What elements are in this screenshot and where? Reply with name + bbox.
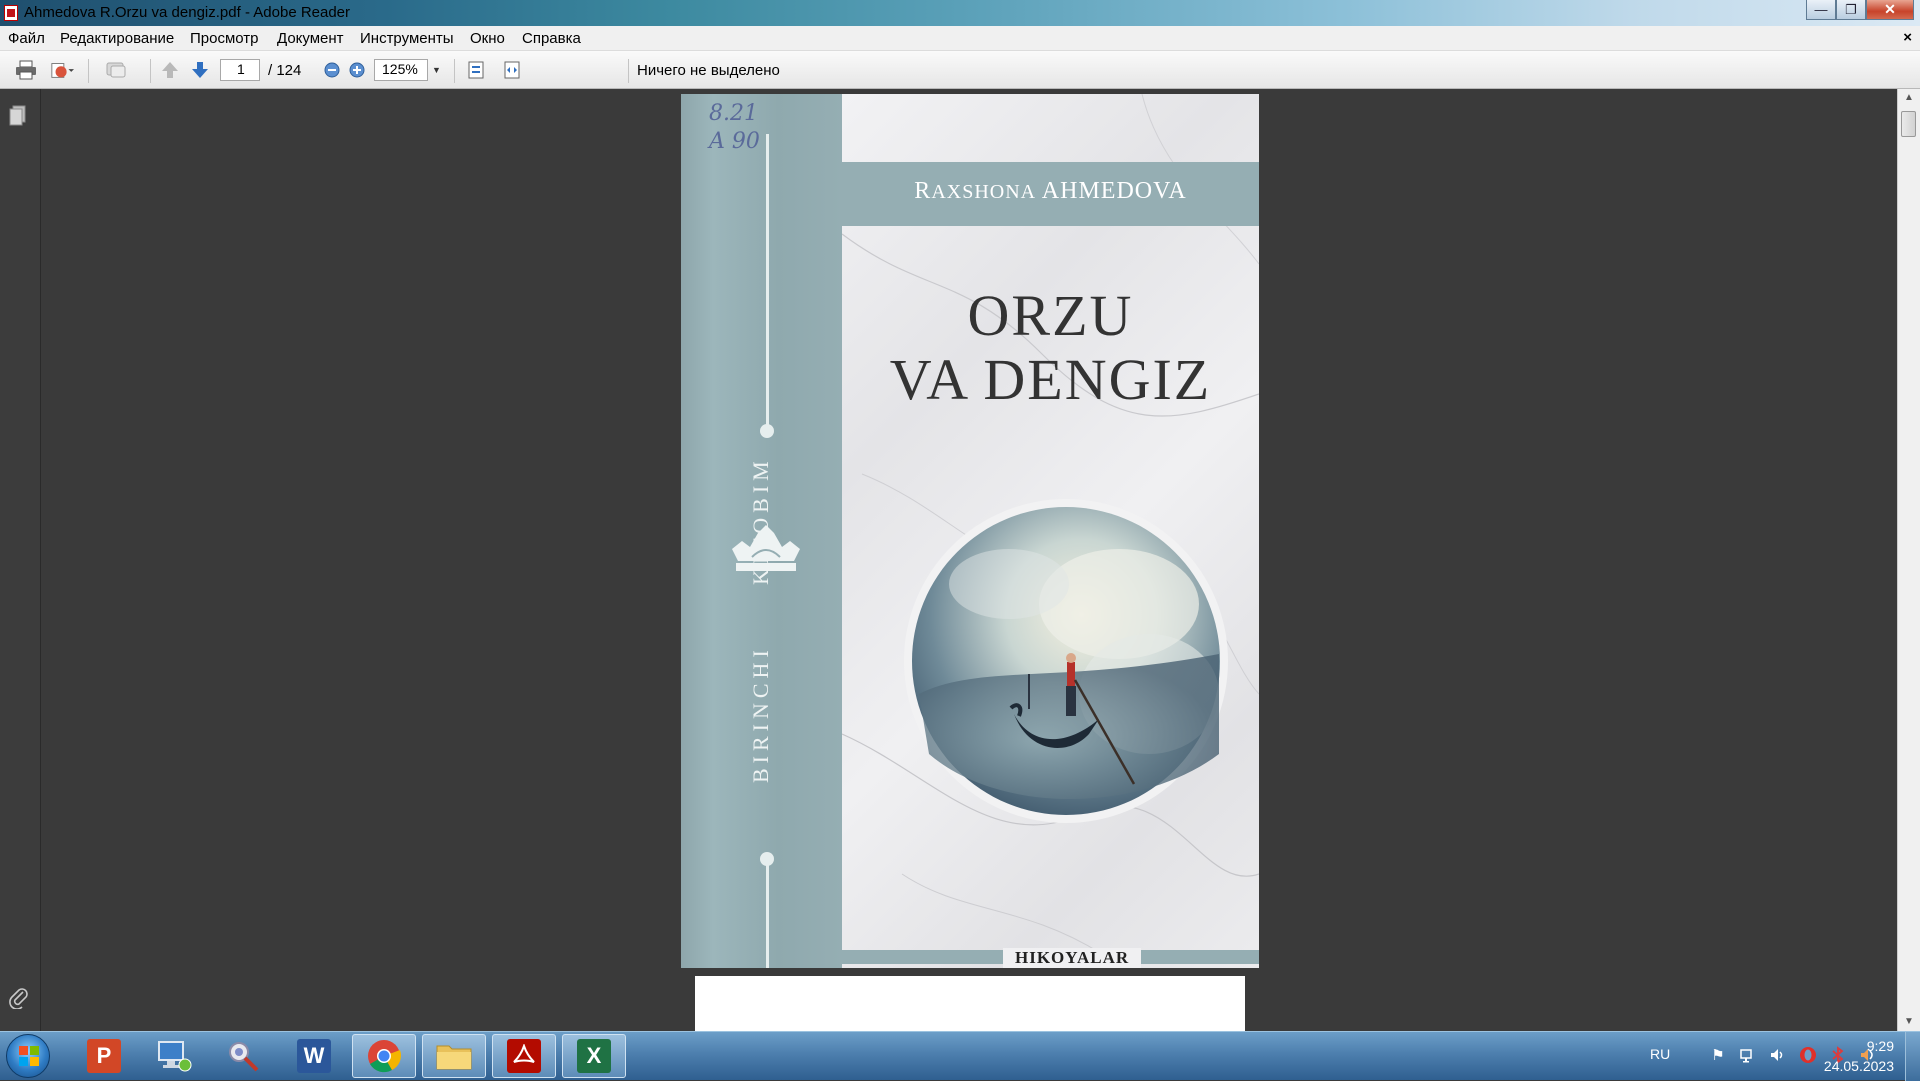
page-number-input[interactable]: 1 (220, 59, 260, 81)
taskbar-powerpoint-icon[interactable]: P (72, 1034, 136, 1078)
zoom-in-icon[interactable] (345, 59, 369, 81)
cover-spine: 8.21 A 90 KITOBIM BIRINCHI (681, 94, 842, 968)
zoom-level-field[interactable]: 125% (374, 59, 428, 81)
cover-illustration-boat (904, 499, 1228, 823)
spine-text-birinchi: BIRINCHI (748, 645, 773, 783)
taskbar-excel-icon[interactable]: X (562, 1034, 626, 1078)
window-controls: — ❐ ✕ (1806, 0, 1914, 20)
publisher-crown-logo-icon (732, 525, 800, 571)
clock-time: 9:29 (1866, 1038, 1894, 1054)
clock-date: 24.05.2023 (1823, 1058, 1894, 1074)
menu-edit[interactable]: Редактирование (60, 30, 174, 47)
menu-tools[interactable]: Инструменты (360, 30, 454, 47)
language-indicator[interactable]: RU (1650, 1046, 1690, 1062)
comment-icon[interactable] (104, 59, 128, 81)
menu-window[interactable]: Окно (470, 30, 505, 47)
print-icon[interactable] (14, 59, 38, 81)
menu-document[interactable]: Документ (277, 30, 344, 47)
send-file-icon[interactable] (50, 59, 74, 81)
attachments-paperclip-icon[interactable] (8, 987, 30, 1010)
menu-help[interactable]: Справка (522, 30, 581, 47)
fit-page-icon[interactable] (464, 59, 488, 81)
system-clock[interactable]: 9:29 24.05.2023 (1804, 1036, 1894, 1076)
show-desktop-button[interactable] (1905, 1032, 1920, 1081)
taskbar-computer-icon[interactable] (142, 1034, 206, 1078)
pdf-page-cover: 8.21 A 90 KITOBIM BIRINCHI RAXSHONA AHME… (681, 94, 1259, 968)
title-bar: Ahmedova R.Orzu va dengiz.pdf - Adobe Re… (0, 0, 1920, 26)
scroll-down-arrow-icon[interactable]: ▼ (1898, 1013, 1920, 1031)
action-center-flag-icon[interactable]: ⚑ (1708, 1046, 1728, 1066)
book-author: RAXSHONA AHMEDOVA (914, 178, 1187, 204)
fit-width-icon[interactable] (500, 59, 524, 81)
speaker-icon[interactable] (1768, 1046, 1788, 1066)
handwritten-shelf-mark: 8.21 A 90 (709, 101, 760, 154)
selection-status: Ничего не выделено (637, 62, 780, 79)
toolbar: 1 / 124 125% ▼ Ничего не выделено (0, 51, 1920, 89)
taskbar-explorer-folder-icon[interactable] (422, 1034, 486, 1078)
taskbar-chrome-icon[interactable] (352, 1034, 416, 1078)
book-genre-label: HIKOYALAR (1003, 948, 1142, 968)
next-page-icon[interactable] (188, 59, 212, 81)
book-title: ORZU VA DENGIZ (889, 283, 1212, 412)
pages-panel-icon[interactable] (9, 105, 27, 127)
menu-view[interactable]: Просмотр (190, 30, 259, 47)
minimize-button[interactable]: — (1806, 0, 1836, 20)
menu-bar: Файл Редактирование Просмотр Документ Ин… (0, 26, 1920, 51)
vertical-scrollbar[interactable]: ▲ ▼ (1897, 89, 1920, 1031)
taskbar-adobe-reader-icon[interactable] (492, 1034, 556, 1078)
window-title: Ahmedova R.Orzu va dengiz.pdf - Adobe Re… (24, 4, 351, 21)
menu-file[interactable]: Файл (8, 30, 45, 47)
close-button[interactable]: ✕ (1866, 0, 1914, 20)
scroll-up-arrow-icon[interactable]: ▲ (1898, 89, 1920, 107)
adobe-reader-app-icon (4, 5, 18, 21)
page-total-label: / 124 (268, 62, 302, 79)
navigation-panel (0, 89, 41, 1031)
network-icon[interactable] (1738, 1046, 1758, 1066)
maximize-button[interactable]: ❐ (1836, 0, 1866, 20)
zoom-dropdown-arrow-icon[interactable]: ▼ (432, 65, 441, 75)
close-document-button[interactable]: × (1903, 29, 1912, 46)
pdf-page-2 (695, 976, 1245, 1036)
scrollbar-thumb[interactable] (1901, 111, 1916, 137)
taskbar-tool-icon[interactable] (212, 1034, 276, 1078)
taskbar-word-icon[interactable]: W (282, 1034, 346, 1078)
previous-page-icon[interactable] (158, 59, 182, 81)
zoom-out-icon[interactable] (320, 59, 344, 81)
start-button-windows-icon[interactable] (6, 1034, 50, 1078)
taskbar: P W X RU ⚑ 9:29 24.05.2023 (0, 1031, 1920, 1081)
